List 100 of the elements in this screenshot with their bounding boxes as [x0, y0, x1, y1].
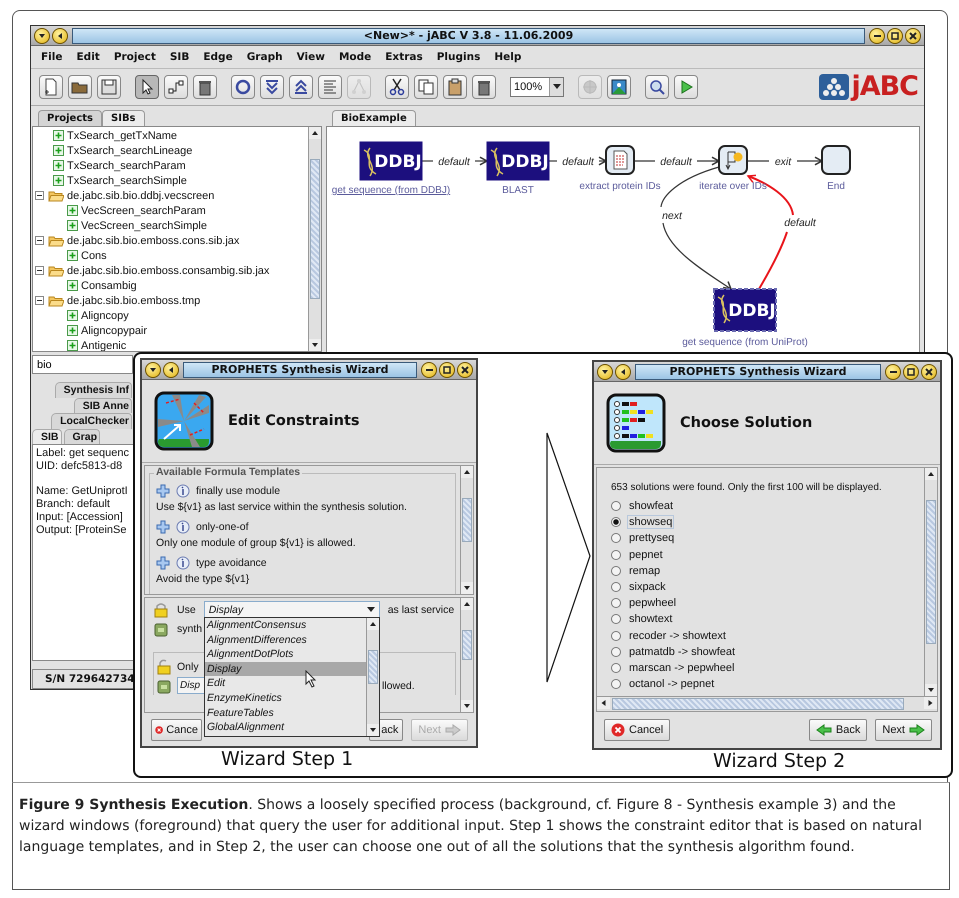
- collapse-icon[interactable]: [35, 236, 44, 245]
- tree-item[interactable]: de.jabc.sib.bio.emboss.consambig.sib.jax: [67, 264, 270, 276]
- scroll-down-icon[interactable]: [309, 339, 321, 351]
- ddbj-node[interactable]: [360, 142, 422, 180]
- expand-button[interactable]: [289, 75, 313, 99]
- solution-label[interactable]: showseq: [627, 515, 674, 530]
- menu-item[interactable]: Edit: [70, 49, 108, 65]
- scroll-thumb[interactable]: [462, 630, 472, 660]
- radio-button[interactable]: [611, 679, 621, 690]
- dropdown-option[interactable]: EnzymeKinetics: [205, 690, 366, 706]
- menu-button[interactable]: [597, 364, 613, 380]
- radio-button[interactable]: [611, 550, 621, 560]
- tab[interactable]: BioExample: [332, 110, 416, 126]
- edge-line[interactable]: [747, 160, 769, 162]
- shade-button[interactable]: [163, 362, 179, 378]
- close-button[interactable]: [921, 364, 937, 380]
- solution-label[interactable]: sixpack: [627, 580, 668, 594]
- tree-item[interactable]: TxSearch_searchLineage: [67, 144, 192, 156]
- solution-label[interactable]: remap: [627, 564, 662, 578]
- radio-button[interactable]: [611, 533, 621, 544]
- menu-button[interactable]: [145, 362, 161, 378]
- tree-item[interactable]: de.jabc.sib.bio.emboss.cons.sib.jax: [67, 234, 240, 246]
- tree-item[interactable]: TxSearch_getTxName: [67, 130, 178, 142]
- scroll-down-icon[interactable]: [367, 724, 379, 736]
- save-button[interactable]: [97, 75, 121, 99]
- cancel-button[interactable]: Cancel: [604, 719, 670, 741]
- menu-button[interactable]: [34, 28, 50, 44]
- map-button[interactable]: [607, 75, 631, 99]
- radio-button[interactable]: [611, 517, 621, 528]
- scroll-up-icon[interactable]: [461, 466, 473, 478]
- ddbj-node[interactable]: [486, 142, 550, 180]
- tree-item[interactable]: Aligncopy: [81, 310, 129, 322]
- search-field[interactable]: bio: [32, 355, 133, 374]
- info-icon[interactable]: [176, 484, 190, 498]
- scroll-thumb[interactable]: [926, 500, 936, 644]
- solution-label[interactable]: pepnet: [627, 548, 665, 562]
- menu-item[interactable]: File: [35, 49, 70, 65]
- collapse-icon[interactable]: [35, 191, 44, 200]
- info-icon[interactable]: [176, 520, 190, 534]
- cancel-button[interactable]: Cance: [151, 718, 202, 740]
- document-node[interactable]: [605, 145, 635, 175]
- radio-button[interactable]: [611, 614, 621, 624]
- edge-arrow[interactable]: [662, 222, 732, 290]
- solution-label[interactable]: recoder -> showtext: [627, 628, 728, 643]
- maximize-button[interactable]: [903, 364, 919, 380]
- dropdown-option[interactable]: AlignmentConsensus: [205, 618, 366, 633]
- close-button[interactable]: [905, 28, 921, 44]
- menu-item[interactable]: Graph: [240, 49, 291, 65]
- align-button[interactable]: [318, 75, 342, 99]
- scroll-thumb[interactable]: [612, 698, 904, 710]
- add-icon[interactable]: [156, 556, 170, 570]
- minimize-button[interactable]: [421, 362, 437, 378]
- tree-item[interactable]: VecScreen_searchSimple: [81, 220, 207, 232]
- collapse-button[interactable]: [260, 75, 284, 99]
- menu-item[interactable]: Edge: [197, 49, 241, 65]
- tab[interactable]: Synthesis Inf: [54, 382, 132, 398]
- tree-item[interactable]: VecScreen_searchParam: [81, 204, 206, 216]
- scroll-up-icon[interactable]: [367, 618, 379, 630]
- solution-label[interactable]: showfeat: [627, 499, 676, 514]
- menu-item[interactable]: View: [290, 49, 333, 65]
- edge-arrow[interactable]: [797, 156, 824, 166]
- tree-item[interactable]: de.jabc.sib.bio.emboss.tmp: [67, 294, 200, 306]
- radio-button[interactable]: [611, 582, 621, 592]
- scroll-right-icon[interactable]: [924, 697, 937, 709]
- scroll-thumb[interactable]: [462, 498, 472, 542]
- trash-button[interactable]: [472, 75, 496, 99]
- dropdown-option[interactable]: Display: [205, 662, 366, 676]
- tree-item[interactable]: TxSearch_searchSimple: [67, 174, 187, 186]
- dropdown-option[interactable]: FeatureTables: [205, 706, 366, 720]
- shade-button[interactable]: [615, 364, 631, 380]
- solution-label[interactable]: octanol -> pepnet: [627, 677, 716, 692]
- tree-item[interactable]: TxSearch_searchParam: [67, 160, 186, 172]
- tab[interactable]: SIBs: [102, 110, 145, 126]
- next-button[interactable]: Next: [875, 719, 932, 741]
- maximize-button[interactable]: [439, 362, 455, 378]
- tree-item[interactable]: Consambig: [81, 280, 137, 292]
- scroll-up-icon[interactable]: [309, 127, 321, 139]
- menu-item[interactable]: SIB: [164, 49, 198, 65]
- dropdown-option[interactable]: AlignmentDifferences: [205, 632, 366, 648]
- menu-item[interactable]: Mode: [332, 49, 380, 65]
- edge-arrow[interactable]: [697, 156, 721, 166]
- solution-label[interactable]: prettyseq: [627, 531, 676, 546]
- scrollbar[interactable]: [366, 618, 379, 736]
- lock-icon[interactable]: [153, 602, 169, 618]
- back-button[interactable]: Back: [808, 719, 868, 741]
- edge-line[interactable]: [634, 160, 655, 162]
- trash-button[interactable]: [193, 75, 217, 99]
- maximize-button[interactable]: [887, 28, 903, 44]
- search-button[interactable]: [645, 75, 669, 99]
- tab[interactable]: SIB: [32, 428, 62, 444]
- tree-item[interactable]: Aligncopypair: [81, 324, 148, 336]
- radio-button[interactable]: [611, 630, 621, 641]
- tab[interactable]: Projects: [38, 110, 102, 126]
- collapse-icon[interactable]: [35, 266, 44, 275]
- dropdown-option[interactable]: AlignmentDotPlots: [205, 647, 366, 662]
- edge-button[interactable]: [164, 75, 188, 99]
- folder-button[interactable]: [68, 75, 92, 99]
- solution-label[interactable]: pepwheel: [627, 596, 678, 610]
- paste-button[interactable]: [443, 75, 467, 99]
- solution-label[interactable]: patmatdb -> showfeat: [627, 644, 738, 659]
